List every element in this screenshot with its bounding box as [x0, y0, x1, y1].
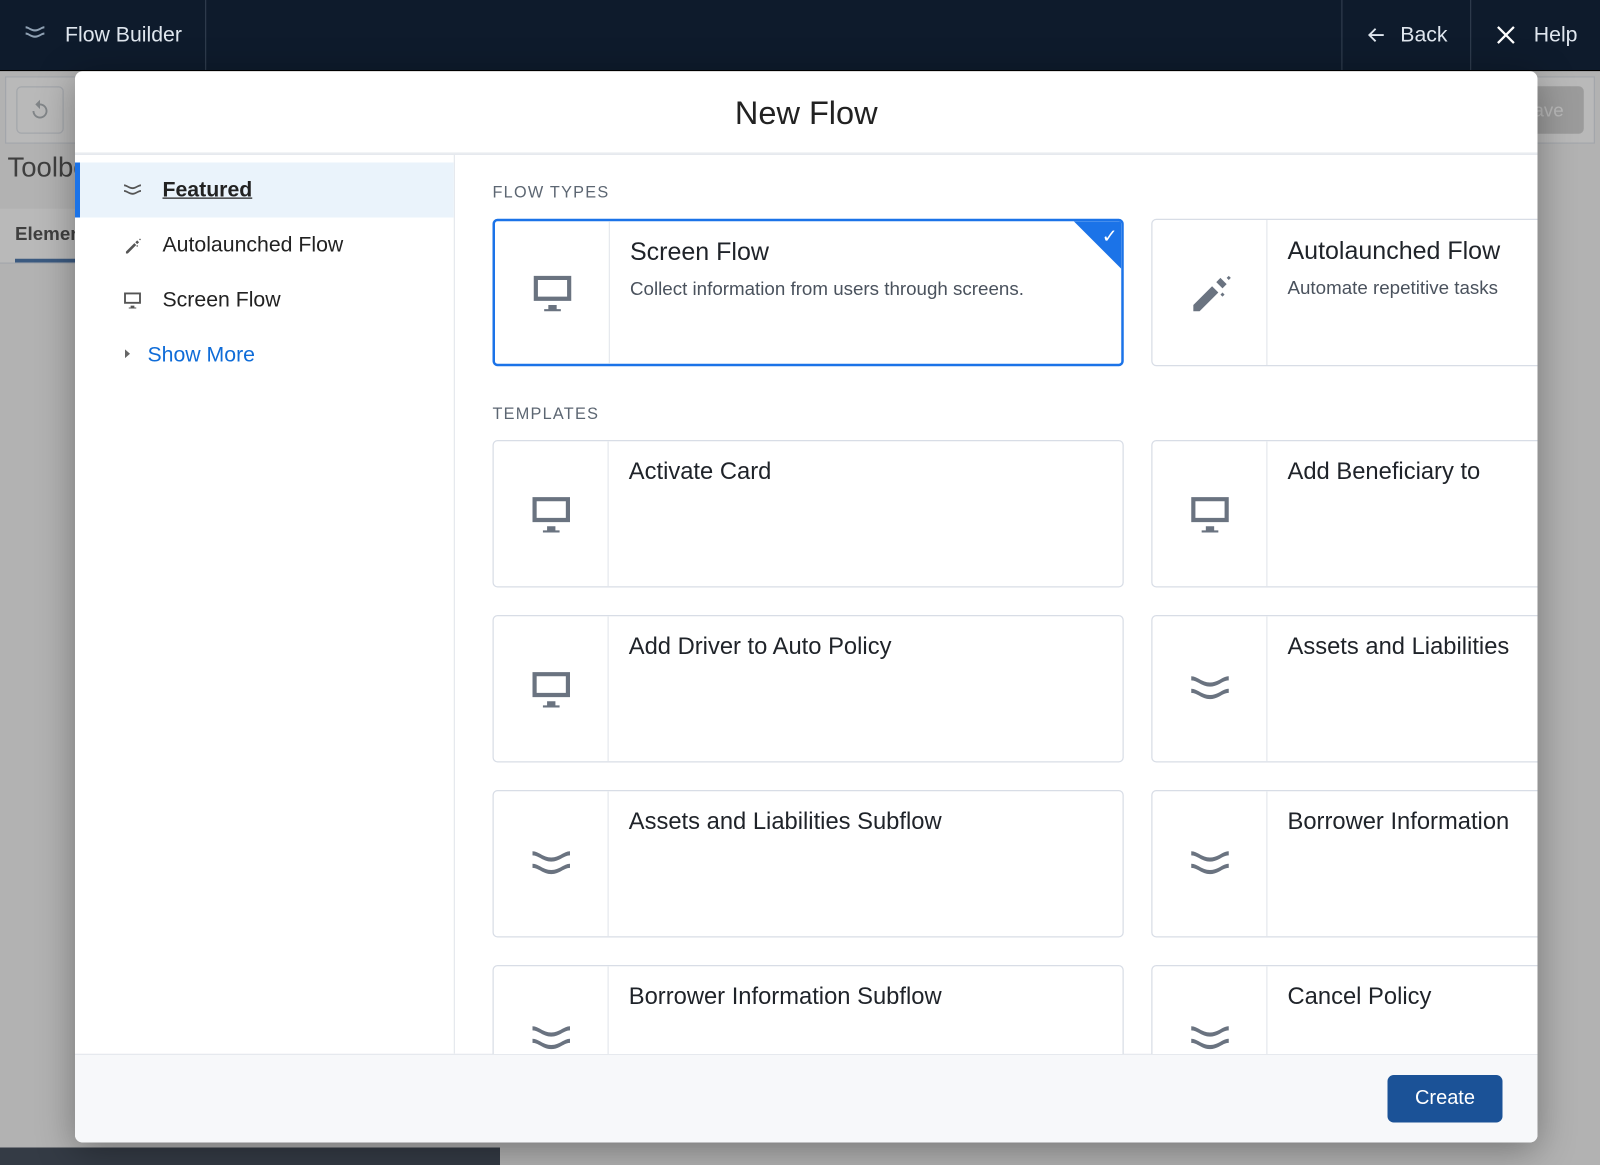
section-templates: TEMPLATES: [493, 404, 1501, 423]
card-title: Assets and Liabilities: [1288, 634, 1538, 662]
flow-icon: [1153, 616, 1268, 761]
card-title: Assets and Liabilities Subflow: [629, 809, 1103, 837]
flow-icon: [1153, 791, 1268, 936]
modal-title: New Flow: [75, 94, 1538, 133]
sidebar-item-label: Screen Flow: [163, 288, 281, 313]
templates-grid: Activate CardAdd Beneficiary toAdd Drive…: [493, 440, 1501, 1054]
wand-icon: [120, 234, 145, 257]
help-label: Help: [1534, 23, 1578, 48]
flow-icon: [494, 791, 609, 936]
modal-header: New Flow: [75, 71, 1538, 154]
template-card[interactable]: Assets and Liabilities Subflow: [493, 790, 1124, 938]
flow-icon: [494, 966, 609, 1054]
template-card[interactable]: Borrower Information Subflow: [493, 965, 1124, 1054]
app-header: Flow Builder Back Help: [0, 0, 1600, 71]
app-header-left: Flow Builder: [0, 0, 206, 70]
create-button[interactable]: Create: [1387, 1075, 1502, 1123]
flow-types-grid: ✓ Screen Flow Collect information from u…: [493, 219, 1501, 367]
modal-footer: Create: [75, 1054, 1538, 1143]
app-title: Flow Builder: [65, 23, 182, 48]
close-icon: [1494, 21, 1522, 49]
card-title: Add Beneficiary to: [1288, 459, 1538, 487]
card-title: Screen Flow: [630, 239, 1101, 268]
template-card[interactable]: Cancel Policy: [1151, 965, 1537, 1054]
flow-type-card-autolaunched[interactable]: Autolaunched Flow Automate repetitive ta…: [1151, 219, 1537, 367]
flow-icon: [23, 19, 48, 50]
back-button[interactable]: Back: [1342, 0, 1470, 70]
sidebar-item-screenflow[interactable]: Screen Flow: [75, 273, 454, 328]
card-desc: Automate repetitive tasks: [1288, 276, 1538, 301]
chevron-right-icon: [120, 343, 135, 368]
monitor-icon: [495, 221, 610, 364]
card-title: Autolaunched Flow: [1288, 238, 1538, 267]
monitor-icon: [120, 289, 145, 312]
template-card[interactable]: Add Driver to Auto Policy: [493, 615, 1124, 763]
flow-icon: [1153, 966, 1268, 1054]
show-more-link[interactable]: Show More: [75, 328, 454, 383]
section-flow-types: FLOW TYPES: [493, 183, 1501, 202]
back-label: Back: [1400, 23, 1447, 48]
template-card[interactable]: Activate Card: [493, 440, 1124, 588]
template-card[interactable]: Assets and Liabilities: [1151, 615, 1537, 763]
monitor-icon: [494, 616, 609, 761]
flow-icon: [120, 179, 145, 202]
sidebar-item-autolaunched[interactable]: Autolaunched Flow: [75, 218, 454, 273]
card-desc: Collect information from users through s…: [630, 278, 1101, 303]
wand-icon: [1153, 220, 1268, 365]
check-icon: ✓: [1102, 225, 1118, 248]
card-title: Borrower Information Subflow: [629, 984, 1103, 1012]
card-title: Cancel Policy: [1288, 984, 1538, 1012]
flow-type-card-screen-flow[interactable]: ✓ Screen Flow Collect information from u…: [493, 219, 1124, 367]
create-label: Create: [1415, 1088, 1475, 1109]
modal-main[interactable]: FLOW TYPES ✓ Screen Flow Collect informa…: [455, 155, 1538, 1054]
new-flow-modal: New Flow Featured Autolaunched Flow: [75, 71, 1538, 1142]
sidebar-item-label: Autolaunched Flow: [163, 233, 344, 258]
show-more-label: Show More: [148, 343, 255, 368]
template-card[interactable]: Borrower Information: [1151, 790, 1537, 938]
sidebar-item-featured[interactable]: Featured: [75, 163, 454, 218]
monitor-icon: [494, 441, 609, 586]
sidebar-item-label: Featured: [163, 178, 253, 203]
card-title: Activate Card: [629, 459, 1103, 487]
help-button[interactable]: Help: [1470, 0, 1600, 70]
modal-sidebar: Featured Autolaunched Flow Screen Flow: [75, 155, 455, 1054]
card-title: Borrower Information: [1288, 809, 1538, 837]
back-arrow-icon: [1365, 24, 1388, 47]
card-title: Add Driver to Auto Policy: [629, 634, 1103, 662]
template-card[interactable]: Add Beneficiary to: [1151, 440, 1537, 588]
monitor-icon: [1153, 441, 1268, 586]
